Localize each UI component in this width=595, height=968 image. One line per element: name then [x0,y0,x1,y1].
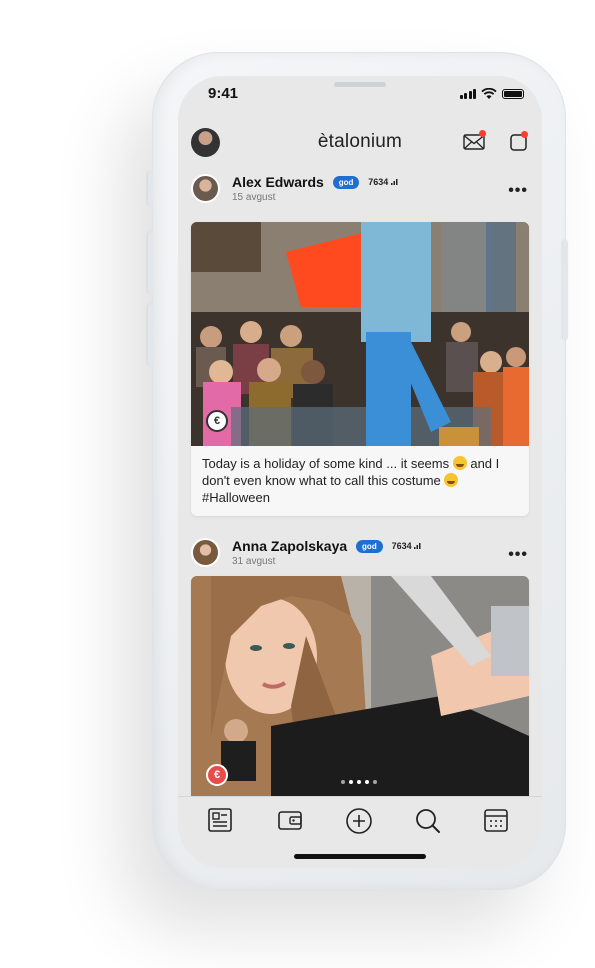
feed-icon [208,808,232,832]
author-avatar[interactable] [191,538,220,567]
score-value: 7634 [392,541,422,551]
power-button [563,240,568,340]
app-title: ètalonium [317,131,403,152]
pager-dot-active [357,780,361,784]
rank-badge: god [356,539,383,553]
home-indicator[interactable] [294,854,426,859]
fashion-show-image [191,222,529,446]
post-header: Alex Edwards god 7634 15 avgust ••• [178,168,542,210]
post-photo[interactable]: € [191,576,529,796]
pager-dot [373,780,377,784]
notch [260,76,460,103]
search-icon [416,809,440,833]
speaker [334,82,386,87]
post-caption: Today is a holiday of some kind ... it s… [191,446,529,516]
post-date: 31 avgust [232,556,276,567]
notification-dot [521,131,528,138]
feed[interactable]: Alex Edwards god 7634 15 avgust ••• € To… [178,168,542,796]
phone-screen: 9:41 ètalonium Alex Edwards god 7634 15 … [178,76,542,868]
mute-switch [148,172,153,206]
tab-calendar[interactable] [483,807,511,835]
status-time: 9:41 [208,85,239,102]
author-name-text: Anna Zapolskaya [232,538,348,554]
author-name[interactable]: Anna Zapolskaya god 7634 [232,538,421,554]
pager-dot-active [365,780,369,784]
wallet-icon [278,811,302,830]
unread-dot [479,130,486,137]
add-icon [346,808,372,834]
bars-icon [390,179,398,186]
notifications-button[interactable] [510,131,528,156]
rank-badge: god [332,175,360,189]
app-header: ètalonium [178,124,542,168]
selfie-image [191,576,529,796]
etalonium-coin-icon: € [206,410,228,432]
tab-feed[interactable] [207,807,235,835]
pager-dot [341,780,345,784]
crazy-face-emoji-icon [444,473,459,487]
tab-add[interactable] [345,807,373,835]
post-card[interactable]: € Today is a holiday of some kind ... it… [191,222,529,516]
bars-icon [414,543,421,550]
score-text: 7634 [368,177,389,188]
post-card[interactable]: € [191,576,529,796]
post-header: Anna Zapolskaya god 7634 31 avgust ••• [178,532,542,574]
calendar-icon [484,809,508,832]
photo-pager[interactable] [341,780,377,784]
post-date: 15 avgust [232,192,276,203]
pager-dot-active [349,780,353,784]
author-name-text: Alex Edwards [232,174,324,190]
status-icons [459,88,524,100]
signal-icon [459,89,476,99]
grin-sweat-emoji-icon [452,456,467,470]
messages-button[interactable] [463,130,486,156]
etalonium-coin-icon: € [206,764,228,786]
volume-up-button [148,232,153,294]
post-photo[interactable]: € [191,222,529,446]
more-options-button[interactable]: ••• [508,546,528,564]
tab-search[interactable] [414,807,442,835]
tab-wallet[interactable] [277,807,305,835]
author-avatar[interactable] [191,174,220,203]
author-name[interactable]: Alex Edwards god 7634 [232,174,398,190]
caption-text-1: Today is a holiday of some kind ... it s… [202,456,453,471]
more-options-button[interactable]: ••• [508,182,528,200]
score-value: 7634 [368,177,398,187]
volume-down-button [148,304,153,366]
battery-icon [502,89,524,99]
wifi-icon [481,88,497,99]
tab-bar [178,796,542,868]
caption-text-3: #Halloween [202,490,270,505]
score-text: 7634 [391,541,412,552]
